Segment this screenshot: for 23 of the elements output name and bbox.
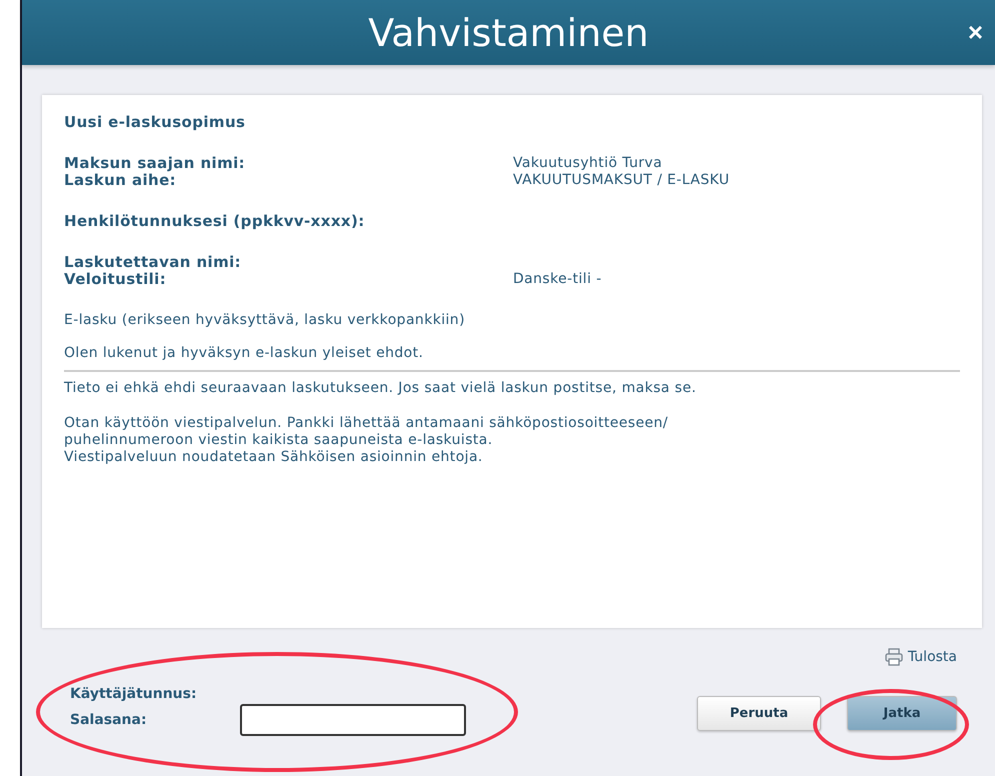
password-label: Salasana: (70, 712, 148, 728)
password-field[interactable] (240, 704, 466, 736)
field-label: Henkilötunnuksesi (ppkkvv-xxxx): (64, 213, 366, 230)
window-title: Vahvistaminen (368, 10, 649, 54)
username-label: Käyttäjätunnus: (70, 686, 198, 702)
field-label: Veloitustili: (64, 271, 168, 288)
agreement-heading: Uusi e-laskusopimus (64, 113, 246, 131)
printer-icon (884, 648, 903, 666)
continue-button[interactable]: Jatka (847, 696, 957, 731)
terms-text: Olen lukenut ja hyväksyn e-laskun yleiset ehdot. (64, 345, 424, 362)
field-label: Maksun saajan nimi: (64, 155, 246, 172)
print-link[interactable]: Tulosta (884, 648, 957, 666)
field-label: Laskun aihe: (64, 172, 176, 189)
field-value: VAKUUTUSMAKSUT / E-LASKU (513, 172, 731, 189)
invoice-type-text: E-lasku (erikseen hyväksyttävä, lasku verkkopankkiin) (64, 312, 466, 329)
note-text: Tieto ei ehkä ehdi seuraavaan laskutukseen. Jos saat vielä laskun postitse, maksa se. (64, 380, 698, 397)
field-label: Laskutettavan nimi: (64, 254, 242, 271)
close-button[interactable]: × (962, 16, 989, 49)
field-value: Vakuutusyhtiö Turva (513, 155, 664, 172)
field-value: Danske-tili - (513, 271, 603, 288)
note-text: Otan käyttöön viestipalvelun. Pankki lähettää antamaani sähköpostiosoitteeseen/ puhelinnumeroon viestin kaikista saapuneista e-laskuista. Viestipalveluun noudatetaan Sähköisen asioinnin ehtoja. (64, 415, 669, 466)
cancel-button[interactable]: Peruuta (697, 696, 821, 731)
print-label: Tulosta (908, 649, 957, 665)
